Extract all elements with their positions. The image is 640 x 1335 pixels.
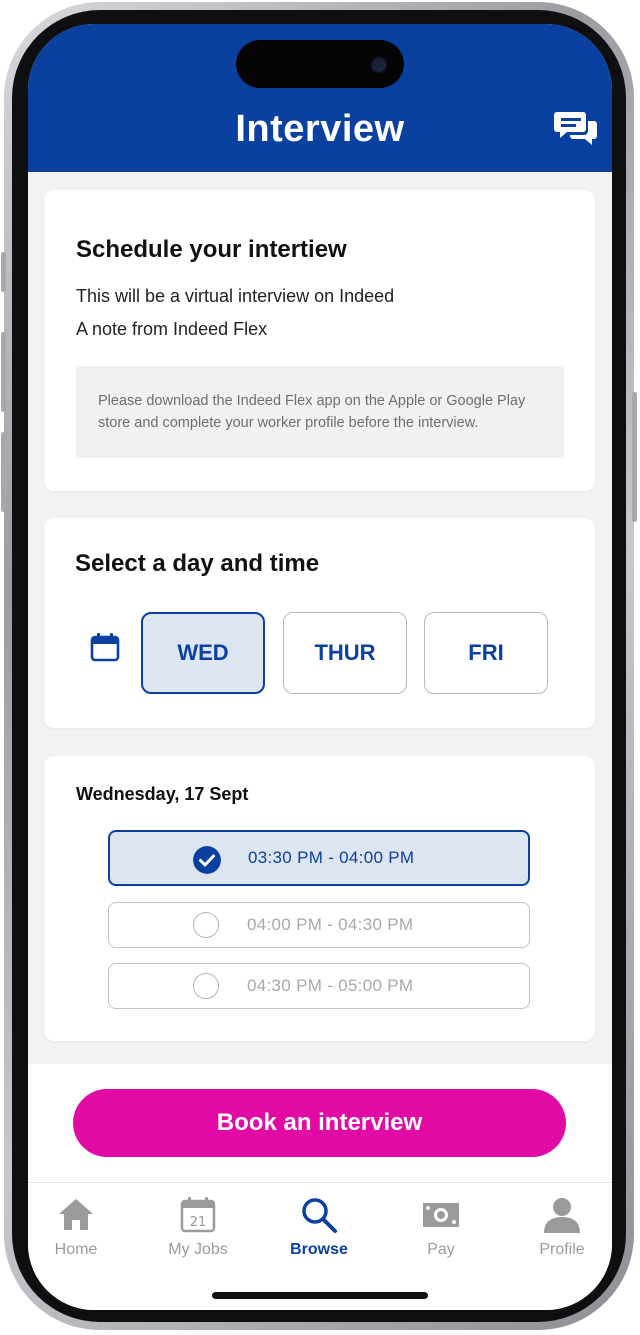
- tab-my-jobs[interactable]: 21 My Jobs: [143, 1183, 253, 1273]
- chat-bubbles-icon[interactable]: [554, 110, 598, 148]
- app-header: Interview: [28, 24, 612, 172]
- selected-date-label: Wednesday, 17 Sept: [76, 784, 249, 804]
- tab-label: Browse: [290, 1241, 348, 1258]
- banknote-icon: [423, 1203, 459, 1227]
- volume-up-button: [1, 332, 6, 412]
- home-indicator: [212, 1292, 428, 1299]
- search-icon: [302, 1198, 337, 1233]
- volume-down-button: [1, 432, 6, 512]
- time-slot-label: 04:00 PM - 04:30 PM: [247, 915, 414, 934]
- time-slot-card: Wednesday, 17 Sept 03:30 PM - 04:00 PM 0…: [44, 756, 595, 1041]
- day-button-wed[interactable]: WED: [141, 612, 265, 694]
- day-select-heading: Select a day and time: [75, 550, 320, 577]
- dynamic-island: [236, 40, 404, 88]
- tab-browse[interactable]: Browse: [264, 1183, 374, 1273]
- check-circle-icon: [193, 846, 221, 874]
- radio-empty-icon: [193, 912, 219, 938]
- bottom-tab-bar: Home 21 My Jobs Browse Pay Profile: [28, 1182, 612, 1310]
- note-box: Please download the Indeed Flex app on t…: [76, 366, 564, 458]
- power-button: [632, 392, 637, 522]
- time-slot-option[interactable]: 04:30 PM - 05:00 PM: [108, 963, 530, 1009]
- day-button-thur[interactable]: THUR: [283, 612, 407, 694]
- tab-pay[interactable]: Pay: [386, 1183, 496, 1273]
- book-interview-button[interactable]: Book an interview: [73, 1089, 566, 1157]
- tab-label: Pay: [427, 1241, 455, 1258]
- tab-home[interactable]: Home: [28, 1183, 131, 1273]
- home-icon: [59, 1199, 93, 1230]
- schedule-card: Schedule your intertiew This will be a v…: [44, 190, 595, 491]
- calendar-day-number: 21: [190, 1215, 207, 1230]
- schedule-heading: Schedule your intertiew: [76, 236, 347, 263]
- booking-footer: Book an interview: [28, 1064, 612, 1184]
- app-screen: Interview Schedule your intertiew This w…: [28, 24, 612, 1310]
- virtual-interview-text: This will be a virtual interview on Inde…: [76, 286, 395, 306]
- person-icon: [544, 1198, 580, 1233]
- calendar-21-icon: 21: [180, 1197, 216, 1233]
- tab-profile[interactable]: Profile: [507, 1183, 612, 1273]
- time-slot-label: 04:30 PM - 05:00 PM: [247, 976, 414, 995]
- day-select-card: Select a day and time WED THUR FRI: [44, 518, 595, 728]
- time-slot-label: 03:30 PM - 04:00 PM: [248, 848, 415, 867]
- calendar-icon: [90, 633, 120, 662]
- mute-switch: [1, 252, 6, 292]
- tab-label: Home: [54, 1241, 98, 1258]
- page-title: Interview: [235, 108, 405, 150]
- radio-empty-icon: [193, 973, 219, 999]
- time-slot-option[interactable]: 04:00 PM - 04:30 PM: [108, 902, 530, 948]
- tab-label: Profile: [539, 1241, 585, 1258]
- camera-icon: [370, 56, 388, 74]
- day-button-fri[interactable]: FRI: [424, 612, 548, 694]
- tab-label: My Jobs: [168, 1241, 228, 1258]
- time-slot-option[interactable]: 03:30 PM - 04:00 PM: [108, 830, 530, 886]
- note-source-text: A note from Indeed Flex: [76, 319, 268, 339]
